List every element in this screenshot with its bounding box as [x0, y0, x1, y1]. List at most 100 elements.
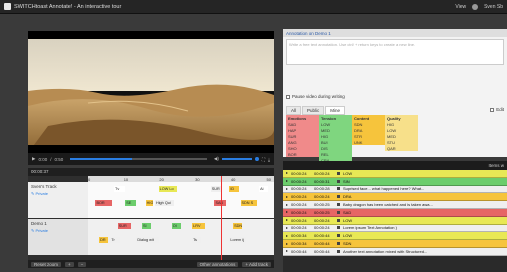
timeline-footer: Reset zoom + − Other annotations + Add t…	[28, 260, 274, 268]
play-icon[interactable]: ▶	[32, 156, 35, 162]
list-item[interactable]: 00:00:34 00:00:44 LOW	[283, 232, 507, 241]
list-item[interactable]: 00:00:34 00:00:44 SDN	[283, 240, 507, 248]
end-time: 00:00:28	[314, 186, 330, 192]
note-icon	[337, 218, 340, 222]
pause-video-option[interactable]: Pause video during writing	[286, 94, 345, 99]
timeline-segment[interactable]: SDN	[233, 223, 243, 229]
other-annotations-button[interactable]: Other annotations	[196, 261, 239, 267]
expand-icon[interactable]	[286, 250, 288, 253]
list-item[interactable]: 00:00:24 00:00:24 DRA	[283, 193, 507, 202]
timeline-segment[interactable]: LOW Lo	[158, 186, 178, 192]
user-menu[interactable]: Sven Sb	[484, 4, 503, 10]
track-label-demo[interactable]: Demo 1 ✎ Private	[28, 219, 88, 255]
end-time: 00:00:24	[314, 217, 330, 223]
zoom-out-button[interactable]: −	[77, 261, 87, 267]
category-item[interactable]: UNK	[352, 139, 385, 145]
volume-knob[interactable]	[254, 157, 259, 161]
timeline-segment[interactable]: SE	[125, 200, 137, 206]
end-time: 00:00:44	[314, 241, 330, 247]
list-item[interactable]: 00:00:24 00:00:28 Suprised face... what ha…	[283, 185, 507, 194]
list-item[interactable]: 00:00:24 00:00:31 SIN	[283, 177, 507, 186]
playhead[interactable]	[221, 176, 222, 260]
timeline-segment[interactable]: OI	[171, 223, 181, 229]
annotation-input[interactable]: Write a free text annotation. Use ctrl/ …	[286, 39, 504, 65]
expand-icon[interactable]	[286, 180, 288, 183]
download-icon[interactable]: ⤓	[268, 157, 270, 162]
note-icon	[337, 187, 340, 191]
annotation-text: SIN	[343, 178, 350, 184]
list-item[interactable]: 00:00:44 00:00:44 Another text annotation …	[283, 247, 507, 256]
track-label-sven[interactable]: Sven's Track ✎ Private	[28, 182, 88, 218]
expand-icon[interactable]	[286, 242, 288, 245]
reset-zoom-button[interactable]: Reset zoom	[31, 261, 62, 267]
start-time: 00:00:24	[291, 186, 307, 192]
track-area-demo[interactable]: SUR SI OI LRV SDN DR Tr Dialog wit Ts Lorem ij	[88, 219, 274, 255]
category-item[interactable]: QAR	[385, 145, 418, 151]
expand-icon[interactable]	[286, 172, 288, 175]
end-time: 00:00:44	[314, 233, 330, 239]
list-item[interactable]: 00:00:24 00:00:24 Lorem ipsum Text Annotat…	[283, 224, 507, 233]
edit-checkbox[interactable]	[490, 107, 495, 112]
ruler-tick: 10	[123, 176, 129, 182]
timeline-segment[interactable]: Ts	[192, 237, 202, 243]
pause-label: Pause video during writing	[292, 94, 345, 99]
timeline-segment[interactable]: LRV	[192, 223, 206, 229]
tab-all[interactable]: All	[286, 106, 302, 115]
timeline-segment[interactable]: Tv	[114, 186, 126, 192]
list-item[interactable]: 00:00:24 00:00:25 SAD	[283, 208, 507, 217]
start-time: 00:00:24	[291, 209, 307, 215]
end-time: 00:00:24	[314, 225, 330, 231]
annotation-text: LOW	[343, 233, 353, 239]
annotation-text: LOW	[343, 217, 353, 223]
timeline-segment[interactable]: SI	[141, 223, 152, 229]
seek-bar[interactable]	[70, 158, 207, 160]
start-time: 00:00:24	[291, 217, 307, 223]
volume-slider[interactable]	[221, 158, 252, 160]
timeline-segment[interactable]: HIG	[145, 200, 154, 206]
category-item[interactable]: BOR	[286, 151, 319, 157]
edit-option[interactable]: Edit	[490, 107, 504, 112]
timeline-segment[interactable]: High Qui	[154, 200, 174, 206]
start-time: 00:00:24	[291, 170, 307, 176]
tab-mine[interactable]: Mine	[325, 106, 346, 115]
category-tabs: All Public Mine	[286, 106, 346, 115]
timeline-segment[interactable]: ID	[229, 186, 239, 192]
expand-icon[interactable]	[286, 211, 288, 214]
volume-icon[interactable]: ◀)	[214, 156, 219, 162]
video-player[interactable]	[28, 31, 274, 153]
list-header: Items w	[283, 161, 507, 170]
timeline-segment[interactable]: DR	[99, 237, 109, 243]
app-topbar: SWITCHtoast Annotate! - An interactive t…	[0, 0, 507, 14]
track-area-sven[interactable]: TvHAPLOW LoSURIDAiBORSEHIGHigh QuiSADSDN…	[88, 182, 274, 218]
expand-icon[interactable]	[286, 203, 288, 206]
note-icon	[337, 210, 340, 214]
timeline-segment[interactable]: Ai	[259, 186, 269, 192]
timeline-segment[interactable]: Dialog wit	[136, 237, 159, 243]
timeline-segment[interactable]: SUR	[117, 223, 131, 229]
expand-icon[interactable]	[286, 226, 288, 229]
pause-checkbox[interactable]	[286, 94, 290, 99]
add-track-button[interactable]: + Add track	[242, 261, 271, 267]
timeline-segment[interactable]: BOR	[95, 200, 113, 206]
view-menu[interactable]: View	[455, 4, 466, 10]
timeline-segment[interactable]: SDN S	[240, 200, 258, 206]
fullscreen-icon[interactable]: ⛶	[262, 157, 265, 162]
tab-public[interactable]: Public	[302, 106, 325, 115]
track-name: Sven's Track	[31, 184, 57, 189]
list-item[interactable]: 00:00:24 00:00:24 LOW	[283, 216, 507, 225]
start-time: 00:00:24	[291, 178, 307, 184]
zoom-in-button[interactable]: +	[65, 261, 74, 267]
list-item[interactable]: 00:00:24 00:00:25 Baby dragon has been cat…	[283, 201, 507, 209]
timeline-segment[interactable]: Tr	[110, 237, 120, 243]
note-icon	[337, 179, 340, 183]
expand-icon[interactable]	[286, 219, 288, 222]
timeline-segment[interactable]: Lorem ij	[229, 237, 247, 243]
expand-icon[interactable]	[286, 187, 288, 190]
expand-icon[interactable]	[286, 195, 288, 198]
end-time: 00:00:24	[314, 194, 330, 200]
list-item[interactable]: 00:00:24 00:00:24 LOW	[283, 170, 507, 178]
expand-icon[interactable]	[286, 234, 288, 237]
annotation-text: Lorem ipsum Text Annotation )	[343, 225, 397, 231]
end-time: 00:00:24	[314, 170, 330, 176]
annotation-header: Annotation on Demo 1	[283, 29, 507, 37]
